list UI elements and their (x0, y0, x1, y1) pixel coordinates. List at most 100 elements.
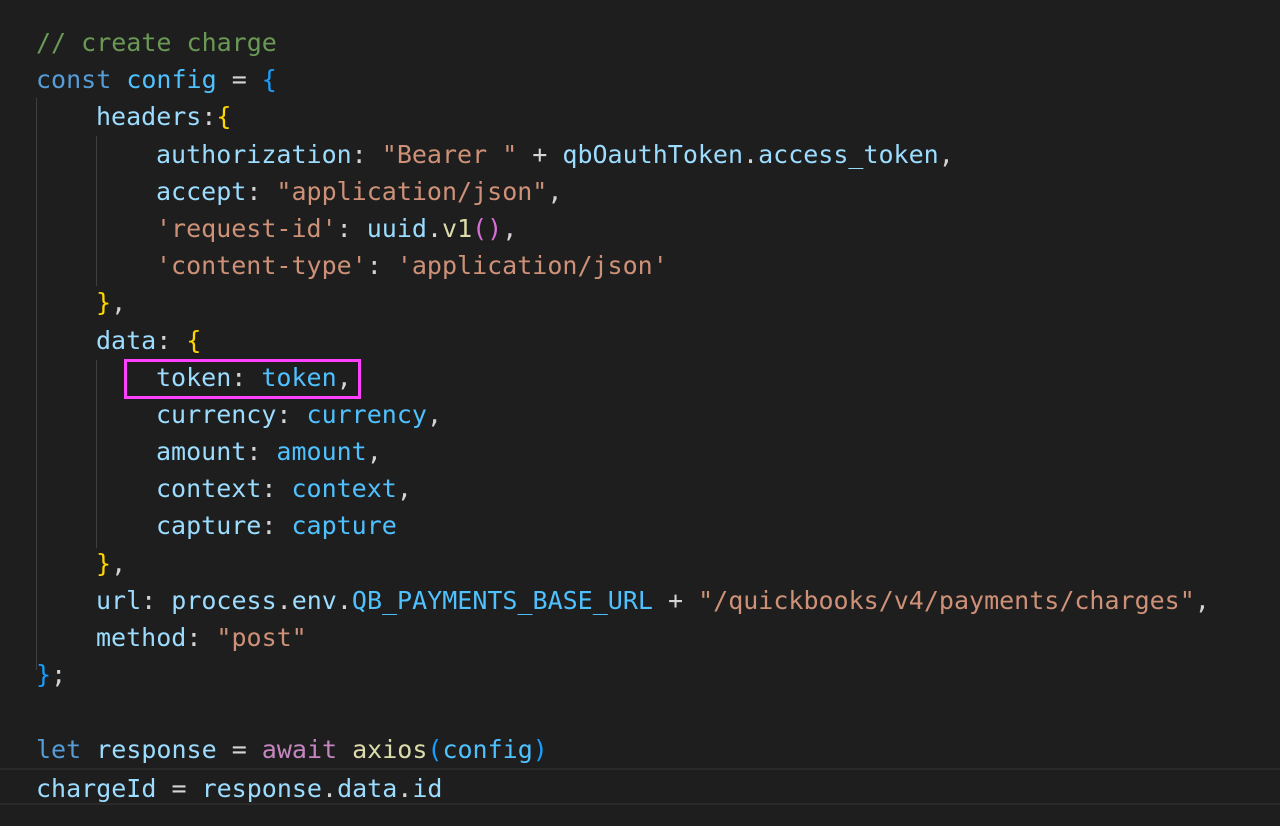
comma: , (938, 139, 954, 169)
code-line-6[interactable]: 'request-id': uuid.v1(), (36, 210, 1280, 247)
string-charges-path: "/quickbooks/v4/payments/charges" (698, 585, 1195, 615)
brace-close: } (96, 548, 112, 578)
colon: : (201, 102, 217, 132)
property-env: env (291, 585, 337, 615)
code-line-12[interactable]: amount: amount, (36, 433, 1280, 470)
variable-capture: capture (291, 511, 397, 541)
brace-open: { (261, 65, 277, 95)
property-context: context (156, 474, 262, 504)
function-v1: v1 (442, 213, 473, 243)
comma: , (396, 474, 412, 504)
variable-config: config (442, 734, 533, 764)
keyword-await: await (261, 734, 338, 764)
property-method: method (96, 623, 187, 652)
colon: : (261, 474, 292, 504)
property-access-token: access_token (758, 139, 939, 169)
property-accept: accept (156, 176, 247, 206)
paren-open: ( (427, 734, 443, 764)
code-line-17[interactable]: method: "post" (36, 619, 1280, 656)
operator-assign: = (156, 773, 202, 803)
code-line-1[interactable]: // create charge (36, 24, 1280, 61)
code-line-7[interactable]: 'content-type': 'application/json' (36, 247, 1280, 284)
variable-token: token (261, 362, 337, 392)
operator-assign: = (216, 65, 262, 95)
colon: : (156, 325, 187, 355)
property-headers: headers (96, 102, 202, 132)
variable-process: process (171, 585, 277, 615)
string-bearer: "Bearer " (381, 139, 518, 169)
brace-open: { (186, 325, 202, 355)
property-request-id: 'request-id' (156, 213, 337, 243)
colon: : (141, 585, 172, 615)
parens: () (472, 213, 503, 243)
variable-amount: amount (276, 437, 367, 467)
code-line-14[interactable]: capture: capture (36, 507, 1280, 544)
dot: . (743, 139, 759, 169)
comma: , (111, 288, 127, 318)
code-line-13[interactable]: context: context, (36, 470, 1280, 507)
string-post: "post" (216, 623, 307, 652)
comma: , (1194, 585, 1210, 615)
keyword-let: let (36, 734, 82, 764)
colon: : (366, 251, 397, 281)
code-editor[interactable]: // create charge const config = { header… (0, 0, 1280, 826)
colon: : (276, 399, 307, 429)
operator-plus: + (517, 139, 563, 169)
comma: , (336, 362, 352, 392)
dot: . (397, 773, 413, 803)
comma: , (502, 213, 518, 243)
colon: : (351, 139, 382, 169)
brace-close: } (96, 288, 112, 318)
colon: : (246, 176, 277, 206)
function-axios: axios (352, 734, 428, 764)
code-line-20[interactable]: let response = await axios(config) (36, 731, 1280, 768)
property-url: url (96, 585, 142, 615)
comment: // create charge (36, 28, 277, 57)
property-currency: currency (156, 399, 277, 429)
variable-context: context (291, 474, 397, 504)
property-authorization: authorization (156, 139, 352, 169)
string-application-json: "application/json" (276, 176, 548, 206)
colon: : (336, 213, 367, 243)
semicolon: ; (51, 660, 67, 690)
dot: . (276, 585, 292, 615)
comma: , (366, 437, 382, 467)
paren-close: ) (532, 734, 548, 764)
code-line-3[interactable]: headers:{ (36, 98, 1280, 135)
code-line-10[interactable]: token: token, (36, 359, 1280, 396)
property-id: id (412, 773, 443, 803)
code-line-8[interactable]: }, (36, 284, 1280, 321)
code-line-18[interactable]: }; (36, 656, 1280, 693)
comma: , (111, 548, 127, 578)
code-line-16[interactable]: url: process.env.QB_PAYMENTS_BASE_URL + … (36, 582, 1280, 619)
variable-uuid: uuid (366, 213, 427, 243)
dot: . (336, 585, 352, 615)
code-line-2[interactable]: const config = { (36, 61, 1280, 98)
brace-close: } (36, 660, 52, 690)
operator-assign: = (216, 734, 262, 764)
code-line-5[interactable]: accept: "application/json", (36, 173, 1280, 210)
code-line-9[interactable]: data: { (36, 322, 1280, 359)
colon: : (231, 362, 262, 392)
brace-open: { (216, 102, 232, 132)
variable-chargeid: chargeId (36, 773, 157, 803)
colon: : (186, 623, 217, 652)
comma: , (547, 176, 563, 206)
colon: : (246, 437, 277, 467)
constant-qb-payments-base-url: QB_PAYMENTS_BASE_URL (351, 585, 653, 615)
code-line-15[interactable]: }, (36, 545, 1280, 582)
property-data: data (96, 325, 157, 355)
property-token: token (156, 362, 232, 392)
code-line-19-empty[interactable] (36, 693, 1280, 730)
code-line-11[interactable]: currency: currency, (36, 396, 1280, 433)
code-line-21[interactable]: chargeId = response.data.id (0, 767, 1280, 805)
property-amount: amount (156, 437, 247, 467)
property-data: data (337, 773, 398, 803)
property-content-type: 'content-type' (156, 251, 367, 281)
code-line-4[interactable]: authorization: "Bearer " + qbOauthToken.… (36, 136, 1280, 173)
variable-qboauthtoken: qbOauthToken (562, 139, 744, 169)
comma: , (426, 399, 443, 429)
dot: . (426, 213, 443, 243)
variable-config: config (126, 65, 217, 95)
variable-currency: currency (306, 399, 427, 429)
